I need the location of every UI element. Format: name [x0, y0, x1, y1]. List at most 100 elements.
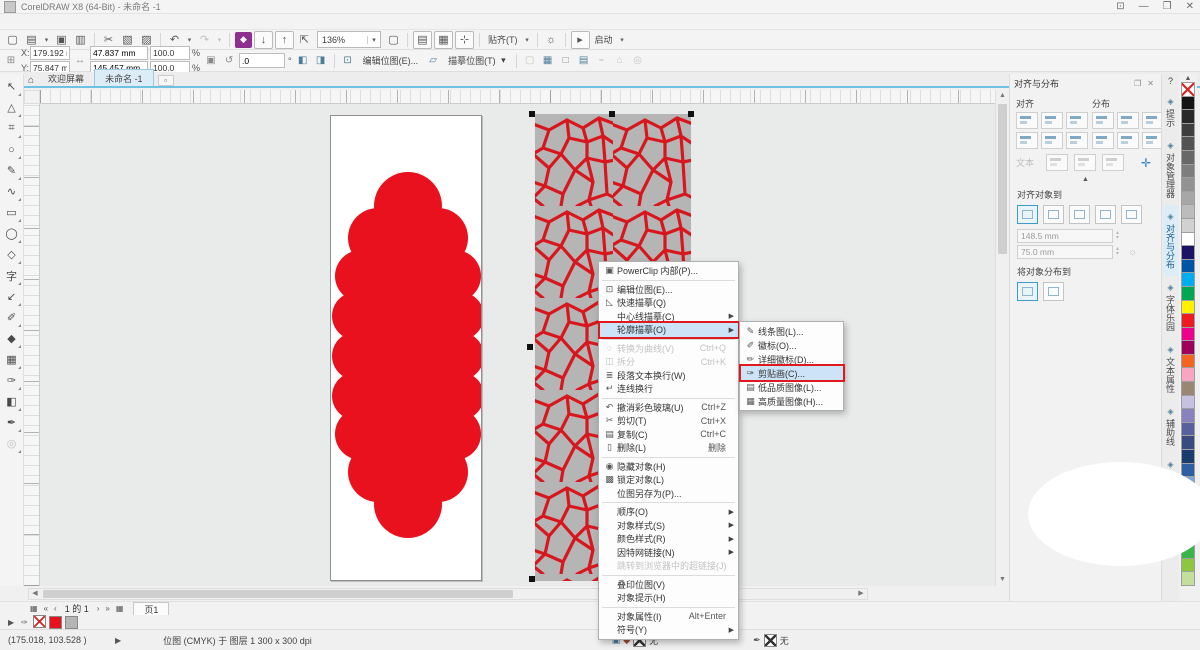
color-gray-80[interactable]: [1181, 122, 1195, 138]
distribute-center-h-icon[interactable]: [1117, 112, 1139, 129]
align-to-page-center-icon[interactable]: [1069, 205, 1090, 224]
object-x-input[interactable]: [30, 46, 70, 60]
color-magenta[interactable]: [1181, 326, 1195, 342]
fill-tool[interactable]: ◆: [2, 328, 22, 349]
align-baseline-first-icon[interactable]: [1046, 154, 1068, 171]
selection-handle-top-center[interactable]: [609, 111, 615, 117]
align-y-input[interactable]: [1017, 245, 1113, 259]
menu-item[interactable]: [6, 21, 24, 23]
bitmap-mode-icon[interactable]: ▦: [540, 53, 556, 68]
selection-handle-top-right[interactable]: [688, 111, 694, 117]
context-menu-item[interactable]: ⊡ 编辑位图(E)...: [599, 283, 738, 297]
options-gear-icon[interactable]: ☼: [543, 32, 560, 48]
next-page-icon[interactable]: ›: [95, 604, 102, 613]
resample-bitmap-icon[interactable]: ▢: [522, 53, 538, 68]
shape-tool[interactable]: △: [2, 97, 22, 118]
context-menu-item[interactable]: ✂ 剪切(T) Ctrl+X: [599, 414, 738, 428]
context-menu-item[interactable]: 对象属性(I) Alt+Enter: [599, 610, 738, 624]
horizontal-scrollbar[interactable]: ◀ ▶: [28, 588, 868, 600]
context-menu-item[interactable]: 中心线描摹(C): [599, 310, 738, 324]
submenu-item[interactable]: ✐ 徽标(O)...: [740, 338, 843, 352]
align-center-horizontal-icon[interactable]: [1041, 112, 1063, 129]
add-alignment-point-icon[interactable]: ✛: [1141, 156, 1155, 170]
collapse-section-icon[interactable]: ▲: [1010, 174, 1161, 185]
distribute-to-page-icon[interactable]: [1043, 282, 1064, 301]
menu-item[interactable]: [132, 21, 150, 23]
color-gray-50[interactable]: [1181, 163, 1195, 179]
distribute-left-icon[interactable]: [1092, 112, 1114, 129]
tab-welcome-screen[interactable]: 欢迎屏幕: [38, 70, 94, 86]
color-pink[interactable]: [1181, 367, 1195, 383]
context-menu-item[interactable]: 对象提示(H): [599, 591, 738, 605]
menu-item[interactable]: [168, 21, 186, 23]
vertical-ruler[interactable]: [24, 104, 40, 586]
docker-tab[interactable]: ◈ 文本属性: [1163, 338, 1178, 400]
submenu-item[interactable]: ✎ 线条图(L)...: [740, 324, 843, 338]
menu-item[interactable]: [42, 21, 60, 23]
color-black[interactable]: [1181, 95, 1195, 111]
edit-bitmap-button[interactable]: 编辑位图(E)...: [358, 52, 424, 69]
context-menu-item[interactable]: 顺序(O): [599, 505, 738, 519]
align-to-page-edge-icon[interactable]: [1043, 205, 1064, 224]
straighten-bitmap-icon[interactable]: ▤: [576, 53, 592, 68]
scroll-left-icon[interactable]: ◀: [29, 589, 41, 599]
color-gray-60[interactable]: [1181, 149, 1195, 165]
fullscreen-preview-icon[interactable]: ▢: [385, 32, 402, 48]
color-lavender[interactable]: [1181, 394, 1195, 410]
polygon-tool[interactable]: ◇: [2, 244, 22, 265]
color-yellow[interactable]: [1181, 299, 1195, 315]
bitmap-frame-icon[interactable]: □: [558, 53, 574, 68]
close-icon[interactable]: ✕: [1186, 1, 1194, 12]
artistic-media-tool[interactable]: ✐: [2, 307, 22, 328]
launch-label[interactable]: 启动: [592, 33, 616, 46]
redo-dropdown-icon[interactable]: ▾: [215, 32, 224, 48]
context-menu-item[interactable]: ▣ PowerClip 内部(P)...: [599, 264, 738, 278]
context-menu-item[interactable]: 跳转到浏览器中的超链接(J): [599, 559, 738, 573]
context-menu-item[interactable]: ◫ 拆分 Ctrl+K: [599, 355, 738, 369]
menu-item[interactable]: [114, 21, 132, 23]
mirror-vertical-icon[interactable]: ◨: [313, 53, 329, 68]
context-menu-item[interactable]: ◺ 快速描摹(Q): [599, 296, 738, 310]
previous-page-icon[interactable]: ‹: [52, 604, 59, 613]
add-page-icon[interactable]: ▦: [28, 604, 40, 613]
color-navy-2[interactable]: [1181, 449, 1195, 464]
publish-pdf-icon[interactable]: ⇱: [296, 32, 313, 48]
horizontal-ruler[interactable]: [40, 90, 995, 104]
export-icon[interactable]: ↑: [275, 30, 294, 49]
freehand-tool[interactable]: ✎: [2, 160, 22, 181]
object-properties-prop-icon[interactable]: ⌂: [612, 53, 628, 68]
trace-bitmap-button[interactable]: 描摹位图(T) ▾: [443, 52, 511, 69]
context-menu-item[interactable]: ↵ 连线换行: [599, 382, 738, 396]
doc-palette-eyedropper-icon[interactable]: ✑: [19, 618, 30, 627]
mirror-horizontal-icon[interactable]: ◧: [295, 53, 311, 68]
restore-icon[interactable]: ❐: [1163, 1, 1172, 12]
lock-ratio-icon[interactable]: ▣: [203, 53, 219, 68]
context-menu-item[interactable]: 符号(Y): [599, 623, 738, 637]
launch-icon[interactable]: ▸: [570, 30, 590, 49]
doc-color-gray[interactable]: [64, 615, 78, 629]
rectangle-tool[interactable]: ▭: [2, 202, 22, 223]
color-gray-30[interactable]: [1181, 190, 1195, 206]
context-menu-item[interactable]: ▯ 删除(L) 删除: [599, 441, 738, 455]
outline-pen-icon[interactable]: ✒: [753, 635, 761, 646]
color-green[interactable]: [1181, 285, 1195, 301]
context-menu-item[interactable]: 因特网链接(N): [599, 546, 738, 560]
context-menu-item[interactable]: ▤ 复制(C) Ctrl+C: [599, 428, 738, 442]
menu-item[interactable]: [78, 21, 96, 23]
context-menu-item[interactable]: 轮廓描摹(O): [598, 321, 740, 338]
first-page-icon[interactable]: «: [42, 604, 50, 613]
docker-tab[interactable]: ◈ 字体乐园: [1163, 276, 1178, 338]
y-spinner[interactable]: ▴ ▾: [1116, 246, 1119, 257]
align-baseline-icon[interactable]: [1102, 154, 1124, 171]
distribute-top-icon[interactable]: [1092, 132, 1114, 149]
scroll-down-icon[interactable]: ▼: [996, 574, 1009, 586]
new-tab-icon[interactable]: ▫: [157, 75, 174, 86]
color-gray-40[interactable]: [1181, 177, 1195, 192]
page-1-tab[interactable]: 页1: [133, 602, 170, 615]
context-menu-item[interactable]: 对象样式(S): [599, 519, 738, 533]
snap-to-dropdown-icon[interactable]: ▾: [523, 32, 532, 48]
object-width-input[interactable]: [90, 46, 148, 60]
distribute-to-selection-icon[interactable]: [1017, 282, 1038, 301]
align-to-active-objects-icon[interactable]: [1017, 205, 1038, 224]
align-right-icon[interactable]: [1066, 112, 1088, 129]
